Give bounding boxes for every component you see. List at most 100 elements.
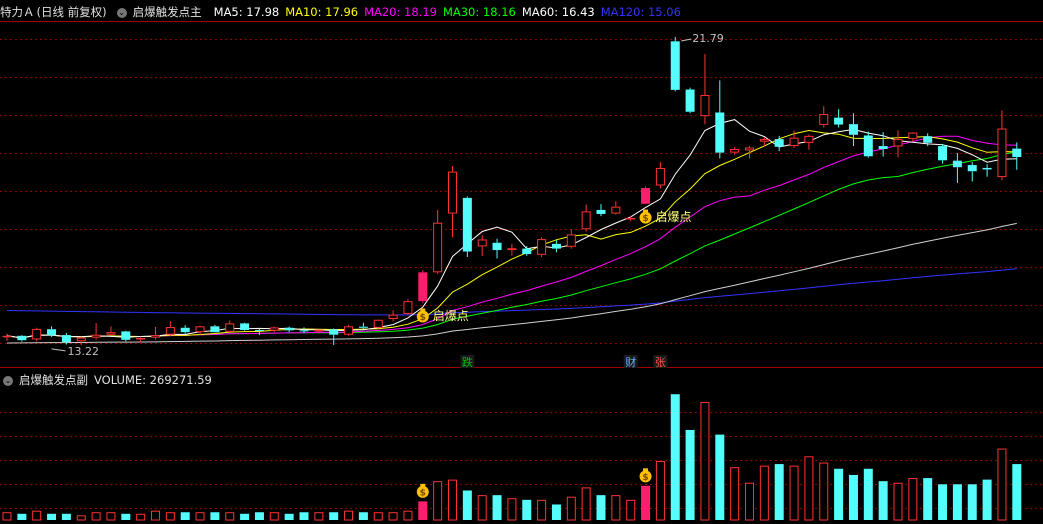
volume-bar <box>908 478 918 521</box>
candle-body <box>462 197 472 252</box>
volume-bar <box>106 512 116 521</box>
candle-body <box>596 209 606 214</box>
volume-bar <box>418 501 428 520</box>
candle-body <box>745 147 754 151</box>
volume-bar <box>641 485 651 520</box>
candle-body <box>2 335 12 338</box>
money-bag-neck <box>643 209 649 213</box>
ma60-line <box>6 222 1017 344</box>
collapse-icon[interactable]: ⌄ <box>116 7 127 18</box>
volume-bar <box>982 479 992 520</box>
money-bag-icon: $ <box>639 209 652 224</box>
candle-body <box>834 117 844 125</box>
stock-name: 特力Ａ <box>0 5 35 19</box>
candle-body <box>774 139 784 147</box>
volume-bar <box>462 490 472 520</box>
volume-bar <box>210 512 220 520</box>
volume-bar <box>180 512 190 520</box>
candle-body <box>923 136 933 143</box>
candle-body <box>730 148 740 153</box>
volume-bar <box>433 481 443 521</box>
volume-bar <box>952 484 962 520</box>
candle-body <box>611 206 621 214</box>
volume-bar <box>225 512 235 521</box>
volume-bar <box>596 495 606 520</box>
candle-body <box>284 327 294 331</box>
candle-body <box>908 132 918 140</box>
volume-bar <box>923 478 933 520</box>
candle-body <box>151 335 160 338</box>
candle-body <box>76 337 86 342</box>
event-marker: 跌 <box>462 355 473 369</box>
money-bag-neck <box>420 483 426 487</box>
candle-body <box>329 329 339 335</box>
volume-bar <box>685 429 695 520</box>
volume-bar <box>893 482 903 521</box>
candle-body <box>106 332 116 335</box>
candle-body <box>655 167 665 186</box>
candle-body <box>522 248 532 255</box>
ma-legend-item: MA20: 18.19 <box>364 5 437 19</box>
volume-bar <box>47 513 57 520</box>
signal-label: 启爆点 <box>433 309 469 323</box>
ma-legend-item: MA60: 16.43 <box>521 5 595 19</box>
volume-bar <box>17 513 27 520</box>
candle-body <box>344 326 354 335</box>
volume-bar <box>759 465 769 521</box>
money-bag-neck <box>420 308 426 312</box>
candle-body <box>388 314 398 320</box>
volume-bar <box>774 464 784 520</box>
candle-body <box>418 272 428 302</box>
money-bag-icon: $ <box>639 468 652 483</box>
volume-bar <box>804 456 814 521</box>
candle-body <box>240 323 250 330</box>
candle-body <box>997 128 1007 178</box>
volume-bar <box>240 513 250 520</box>
ma-legend: MA5: 17.98 MA10: 17.96 MA20: 18.19 MA30: 18… <box>214 5 687 19</box>
volume-bar <box>537 499 547 521</box>
chart-canvas: 21.79 13.22 $ 启爆点 $ 启爆点跌 财 张 $ $ <box>0 21 1043 521</box>
volume-bar <box>32 510 42 521</box>
period-label: (日线 前复权) <box>36 5 107 19</box>
volume-bar <box>819 462 829 521</box>
candle-body <box>759 139 769 142</box>
volume-bar <box>492 495 502 520</box>
volume-bar <box>670 394 680 520</box>
volume-bar <box>1012 464 1022 520</box>
candle-body <box>225 323 235 332</box>
volume-bar <box>314 512 324 521</box>
candle-body <box>626 217 636 220</box>
volume-bar <box>581 487 591 521</box>
volume-bar <box>448 479 457 521</box>
candle-body <box>210 326 220 333</box>
candle-body <box>715 112 725 153</box>
money-bag-symbol: $ <box>420 313 426 323</box>
candle-body <box>982 167 992 170</box>
volume-bar <box>136 513 146 521</box>
candle-body <box>804 135 814 143</box>
ma120-line <box>6 268 1017 316</box>
candle-body <box>893 139 903 147</box>
collapse-icon[interactable]: ⌄ <box>3 375 13 386</box>
volume-bar <box>522 499 532 520</box>
candle-body <box>136 337 146 340</box>
volume-bar <box>715 434 725 520</box>
candle-body <box>358 326 368 328</box>
candle-body <box>670 41 680 90</box>
main-indicator-name: 启爆触发点主 <box>132 5 202 19</box>
volume-bar <box>299 512 309 520</box>
candle-body <box>121 331 131 340</box>
volume-bar <box>551 504 561 520</box>
volume-bar <box>195 512 205 521</box>
volume-bar <box>151 510 160 521</box>
candle-body <box>848 124 858 135</box>
candle-body <box>299 330 309 332</box>
volume-bar <box>284 513 294 520</box>
candle-body <box>789 137 799 147</box>
ma-legend-item: MA10: 17.96 <box>285 5 359 19</box>
volume-bar <box>878 481 888 520</box>
candle-body <box>314 329 324 332</box>
sub-indicator-name: 启爆触发点副 <box>19 373 88 387</box>
volume-bar <box>730 467 740 521</box>
volume-bar <box>91 512 101 521</box>
